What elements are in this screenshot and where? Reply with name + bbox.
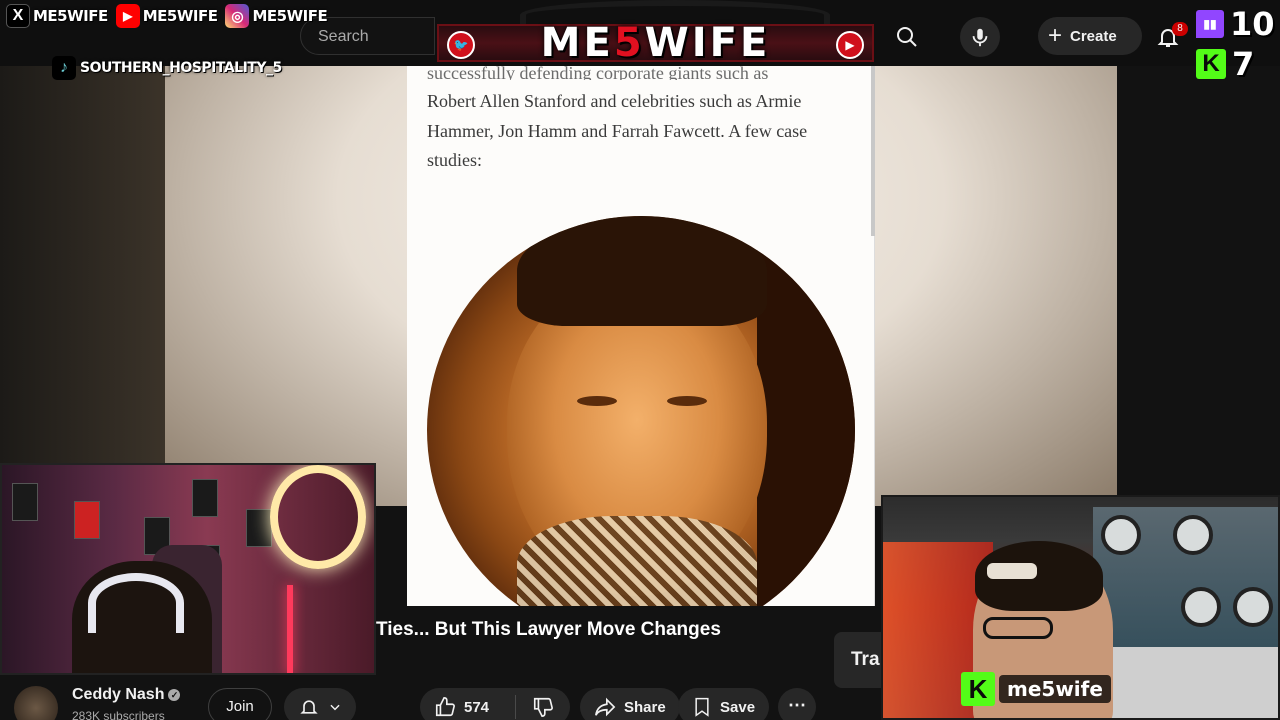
youtube-icon: ▶ [115, 4, 140, 28]
article-cut-line: successfully defending corporate giants … [427, 66, 769, 80]
social-tiktok: ♪ SOUTHERN_HOSPITALITY_5 [52, 56, 288, 80]
social-instagram: ◎ ME5WIFE [225, 4, 333, 28]
thumbs-up-icon [435, 697, 455, 717]
verified-icon: ✓ [168, 688, 181, 701]
create-button[interactable]: + Create [1038, 17, 1142, 55]
channel-logo-banner: 🐦 ME5WIFE ▶ [437, 20, 874, 66]
streamer-webcam-left [0, 463, 376, 675]
thumbs-down-icon [533, 697, 553, 717]
create-label: Create [1070, 27, 1117, 45]
youtube-handle: ME5WIFE [142, 7, 218, 25]
bell-icon [299, 700, 318, 714]
twitch-icon: ▮▮ [1196, 10, 1224, 38]
share-label: Share [624, 698, 666, 716]
side-card-peek[interactable]: Tra [834, 632, 882, 688]
article-scrollbar[interactable] [871, 66, 875, 236]
social-handles-overlay: X ME5WIFE ▶ ME5WIFE ◎ ME5WIFE [6, 4, 333, 28]
share-icon [595, 697, 616, 717]
social-youtube: ▶ ME5WIFE [115, 4, 224, 28]
plus-icon: + [1048, 22, 1063, 49]
channel-name[interactable]: Ceddy Nash ✓ [72, 686, 181, 704]
search-icon [897, 27, 917, 47]
dislike-button[interactable] [516, 696, 570, 718]
notification-count-badge: 8 [1172, 22, 1188, 36]
logo-text: ME5WIFE [540, 20, 771, 66]
twitter-bird-icon: 🐦 [447, 31, 475, 59]
kick-icon: K [961, 672, 995, 706]
video-title: Ties... But This Lawyer Move Changes [376, 619, 721, 640]
tiktok-handle: SOUTHERN_HOSPITALITY_5 [80, 60, 282, 76]
platform-viewer-counters: ▮▮ 10 K 7 [1196, 4, 1278, 84]
like-dislike-group: 574 [420, 688, 570, 720]
social-x: X ME5WIFE [6, 4, 114, 28]
search-placeholder: Search [318, 28, 369, 45]
microphone-icon [972, 28, 988, 47]
like-count: 574 [464, 698, 490, 716]
save-label: Save [720, 698, 756, 716]
article-paragraph: Robert Allen Stanford and celebrities su… [427, 91, 808, 170]
case-study-portrait [427, 216, 855, 606]
subscribe-bell-button[interactable] [284, 688, 356, 720]
instagram-icon: ◎ [225, 4, 250, 28]
more-actions-button[interactable]: ⋯ [778, 688, 816, 720]
chevron-down-icon [329, 704, 340, 711]
save-button[interactable]: Save [678, 688, 770, 720]
channel-avatar[interactable] [14, 686, 58, 720]
article-text: successfully defending corporate giants … [427, 66, 857, 176]
tiktok-icon: ♪ [52, 56, 76, 80]
article-panel: successfully defending corporate giants … [407, 66, 875, 606]
bookmark-icon [695, 697, 709, 717]
search-button[interactable] [887, 17, 927, 57]
portrait-circle [427, 216, 855, 606]
kick-handle: me5wife [999, 675, 1111, 703]
stream-screen: Search + Create 8 X ME5WIFE ▶ ME5WIFE ◎ … [0, 0, 1280, 720]
share-button[interactable]: Share [580, 688, 680, 720]
kick-handle-tag: K me5wife [961, 671, 1111, 707]
background-left [0, 66, 165, 466]
x-handle: ME5WIFE [33, 7, 108, 25]
subscriber-count: 283K subscribers [72, 709, 165, 720]
youtube-play-icon: ▶ [836, 31, 864, 59]
twitch-counter: ▮▮ 10 [1196, 4, 1278, 44]
instagram-handle: ME5WIFE [252, 7, 328, 25]
kick-icon: K [1196, 49, 1226, 79]
twitch-count: 10 [1230, 5, 1275, 43]
kick-count: 7 [1232, 45, 1255, 83]
kick-counter: K 7 [1196, 44, 1278, 84]
join-button[interactable]: Join [208, 688, 272, 720]
x-icon: X [6, 4, 30, 28]
voice-search-button[interactable] [960, 17, 1000, 57]
like-button[interactable]: 574 [420, 695, 516, 719]
